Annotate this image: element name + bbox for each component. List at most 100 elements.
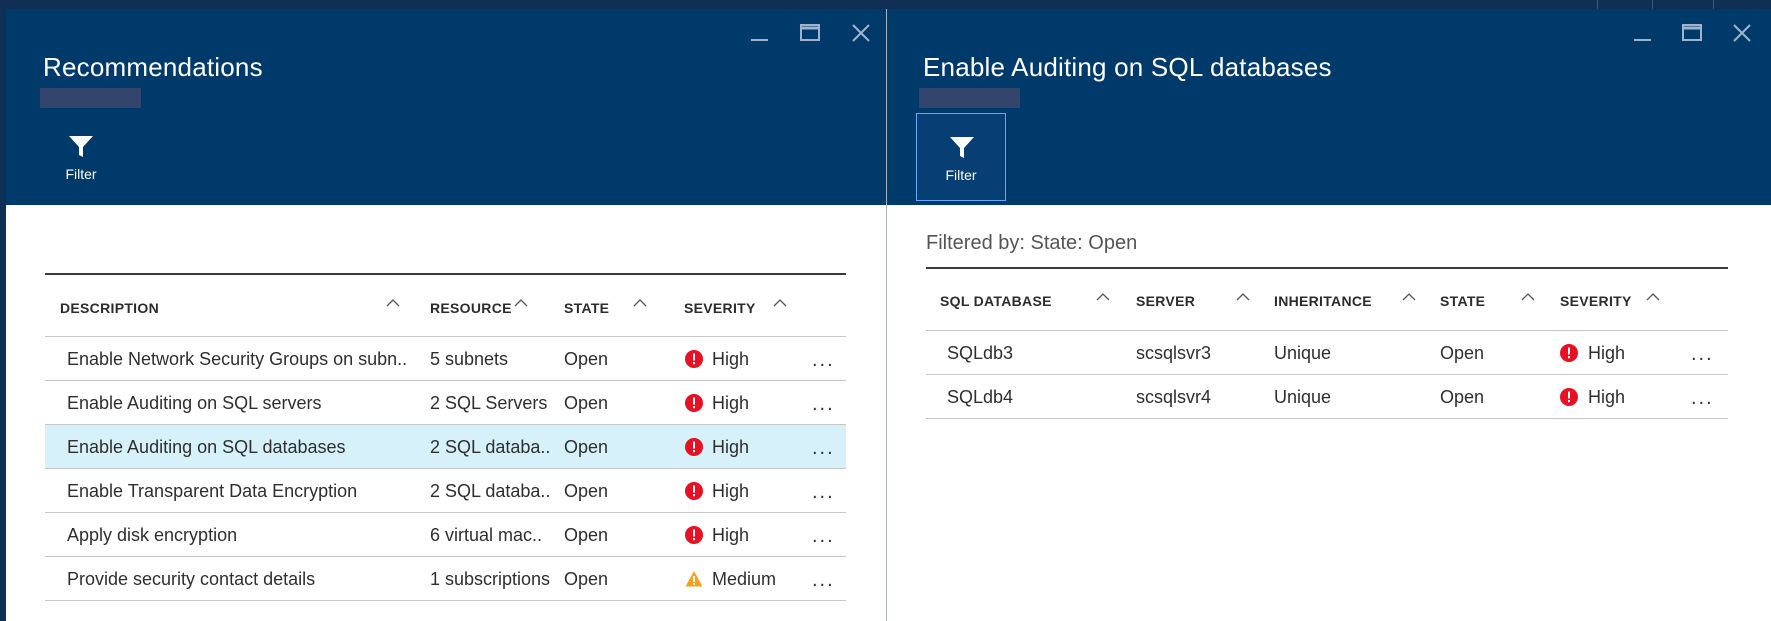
- error-icon: [1560, 388, 1578, 406]
- severity-cell: High: [1588, 387, 1626, 407]
- sort-caret-icon[interactable]: [1646, 291, 1660, 301]
- filter-button[interactable]: Filter: [916, 113, 1006, 201]
- blade-title: Recommendations: [43, 52, 263, 82]
- table-row[interactable]: Enable Network Security Groups on subn..…: [45, 337, 846, 381]
- column-header-server[interactable]: SERVER: [1136, 293, 1195, 309]
- sort-caret-icon[interactable]: [1402, 291, 1416, 301]
- more-options-icon[interactable]: ...: [812, 394, 835, 414]
- severity-cell: High: [712, 393, 750, 413]
- blade-content: Filtered by: State: Open SQL DATABASE SE…: [887, 205, 1771, 621]
- filter-label: Filter: [945, 167, 977, 183]
- severity-cell: High: [712, 525, 750, 545]
- description-cell: Enable Transparent Data Encryption: [67, 481, 358, 501]
- inheritance-cell: Unique: [1274, 343, 1332, 363]
- table-row-selected[interactable]: Enable Auditing on SQL databases 2 SQL d…: [45, 425, 846, 469]
- inheritance-cell: Unique: [1274, 387, 1332, 407]
- error-icon: [685, 438, 703, 456]
- state-cell: Open: [564, 437, 609, 457]
- description-cell: Enable Auditing on SQL databases: [67, 437, 346, 457]
- auditing-sql-databases-blade: Enable Auditing on SQL databases Filter …: [886, 9, 1771, 621]
- database-cell: SQLdb4: [947, 387, 1014, 407]
- column-header-description[interactable]: DESCRIPTION: [60, 300, 159, 316]
- severity-cell: Medium: [712, 569, 777, 589]
- sort-caret-icon[interactable]: [1521, 291, 1535, 301]
- more-options-icon[interactable]: ...: [1691, 388, 1714, 408]
- maximize-icon[interactable]: [1680, 21, 1704, 45]
- resource-cell: 2 SQL databa..: [430, 437, 551, 457]
- state-cell: Open: [564, 481, 609, 501]
- error-icon: [685, 350, 703, 368]
- table-header: SQL DATABASE SERVER INHERITANCE STATE SE…: [926, 269, 1728, 331]
- more-options-icon[interactable]: ...: [812, 570, 835, 590]
- close-icon[interactable]: [1730, 21, 1754, 45]
- filter-button[interactable]: Filter: [36, 113, 126, 201]
- severity-cell: High: [1588, 343, 1626, 363]
- server-cell: scsqlsvr4: [1136, 387, 1212, 407]
- filter-icon: [950, 137, 974, 158]
- severity-cell: High: [712, 481, 750, 501]
- state-cell: Open: [564, 349, 609, 369]
- database-cell: SQLdb3: [947, 343, 1014, 363]
- redacted-subtitle: [40, 88, 141, 108]
- server-cell: scsqlsvr3: [1136, 343, 1212, 363]
- sort-caret-icon[interactable]: [514, 297, 528, 307]
- state-cell: Open: [1440, 387, 1485, 407]
- column-header-inheritance[interactable]: INHERITANCE: [1274, 293, 1372, 309]
- table-row[interactable]: Enable Transparent Data Encryption 2 SQL…: [45, 469, 846, 513]
- blade-header: Enable Auditing on SQL databases Filter: [887, 9, 1771, 205]
- recommendations-table: DESCRIPTION RESOURCE STATE SEVERITY Enab…: [45, 273, 846, 601]
- redacted-subtitle: [919, 88, 1020, 108]
- sort-caret-icon[interactable]: [386, 297, 400, 307]
- filter-icon: [69, 136, 93, 157]
- table-header: DESCRIPTION RESOURCE STATE SEVERITY: [45, 275, 846, 337]
- state-cell: Open: [1440, 343, 1485, 363]
- resource-cell: 1 subscriptions: [430, 569, 551, 589]
- description-cell: Apply disk encryption: [67, 525, 238, 545]
- more-options-icon[interactable]: ...: [812, 438, 835, 458]
- sort-caret-icon[interactable]: [633, 297, 647, 307]
- minimize-icon[interactable]: [747, 21, 771, 45]
- severity-cell: High: [712, 437, 750, 457]
- warning-icon: [685, 571, 703, 587]
- description-cell: Enable Network Security Groups on subn..: [67, 349, 408, 369]
- column-header-severity[interactable]: SEVERITY: [684, 300, 756, 316]
- table-row[interactable]: Enable Auditing on SQL servers 2 SQL Ser…: [45, 381, 846, 425]
- error-icon: [685, 482, 703, 500]
- blade-header: Recommendations Filter: [6, 9, 886, 205]
- resource-cell: 2 SQL databa..: [430, 481, 551, 501]
- column-header-state[interactable]: STATE: [1440, 293, 1485, 309]
- description-cell: Provide security contact details: [67, 569, 316, 589]
- portal-top-bar: [0, 0, 1771, 9]
- severity-cell: High: [712, 349, 750, 369]
- resource-cell: 5 subnets: [430, 349, 509, 369]
- blade-content: DESCRIPTION RESOURCE STATE SEVERITY Enab…: [6, 205, 886, 621]
- filter-summary: Filtered by: State: Open: [926, 232, 1138, 254]
- more-options-icon[interactable]: ...: [812, 350, 835, 370]
- table-row[interactable]: SQLdb4 scsqlsvr4 Unique Open High ...: [926, 375, 1728, 419]
- sort-caret-icon[interactable]: [773, 297, 787, 307]
- column-header-severity[interactable]: SEVERITY: [1560, 293, 1632, 309]
- more-options-icon[interactable]: ...: [812, 526, 835, 546]
- table-row[interactable]: Apply disk encryption 6 virtual mac.. Op…: [45, 513, 846, 557]
- close-icon[interactable]: [849, 21, 873, 45]
- sort-caret-icon[interactable]: [1236, 291, 1250, 301]
- table-row[interactable]: SQLdb3 scsqlsvr3 Unique Open High ...: [926, 331, 1728, 375]
- resource-cell: 6 virtual mac..: [430, 525, 543, 545]
- description-cell: Enable Auditing on SQL servers: [67, 393, 322, 413]
- more-options-icon[interactable]: ...: [1691, 344, 1714, 364]
- column-header-state[interactable]: STATE: [564, 300, 609, 316]
- error-icon: [685, 394, 703, 412]
- minimize-icon[interactable]: [1630, 21, 1654, 45]
- state-cell: Open: [564, 569, 609, 589]
- column-header-resource[interactable]: RESOURCE: [430, 300, 512, 316]
- more-options-icon[interactable]: ...: [812, 482, 835, 502]
- table-row[interactable]: Provide security contact details 1 subsc…: [45, 557, 846, 601]
- state-cell: Open: [564, 525, 609, 545]
- maximize-icon[interactable]: [798, 21, 822, 45]
- error-icon: [1560, 344, 1578, 362]
- error-icon: [685, 526, 703, 544]
- recommendations-blade: Recommendations Filter DESCRIPTION RESOU…: [0, 9, 886, 621]
- sort-caret-icon[interactable]: [1096, 291, 1110, 301]
- column-header-sql-database[interactable]: SQL DATABASE: [940, 293, 1052, 309]
- sql-databases-table: SQL DATABASE SERVER INHERITANCE STATE SE…: [926, 267, 1728, 419]
